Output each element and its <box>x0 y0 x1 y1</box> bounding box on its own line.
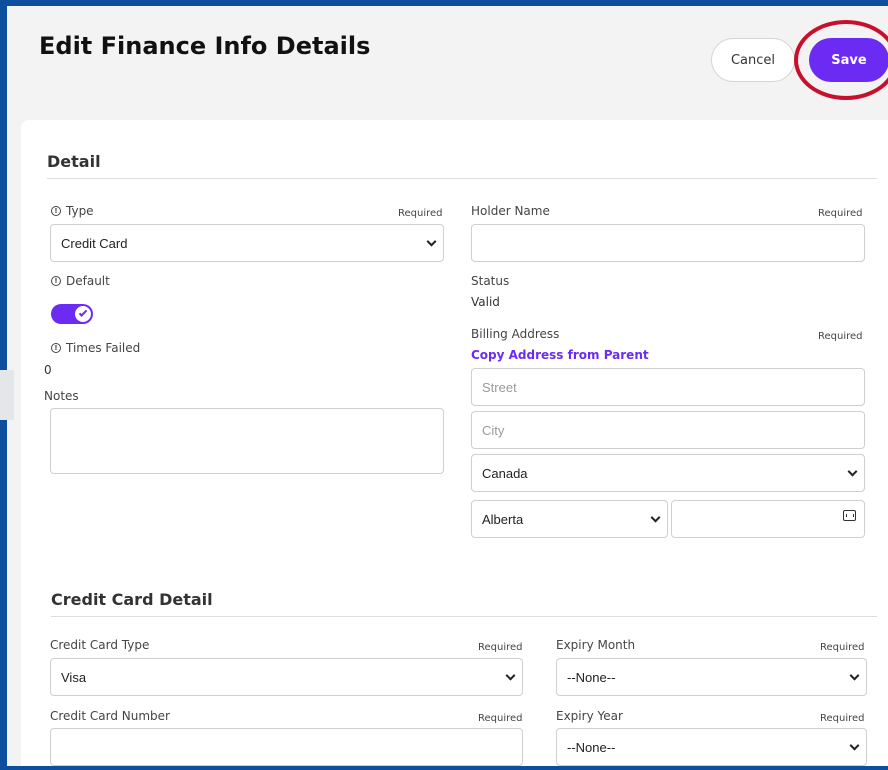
status-label: Status <box>471 274 510 288</box>
times-failed-label-text: Times Failed <box>66 341 141 355</box>
card-number-label: Credit Card Number <box>50 709 170 723</box>
check-icon <box>78 308 88 317</box>
chevron-down-icon <box>849 740 860 751</box>
expiry-year-select-value: --None-- <box>567 739 616 755</box>
expiry-month-required: Required <box>820 642 865 653</box>
expiry-month-label: Expiry Month <box>556 638 636 652</box>
form-card: Detail ! Type Required Credit Card ! Def… <box>21 120 888 766</box>
notes-label: Notes <box>44 389 79 403</box>
type-select[interactable]: Credit Card <box>50 224 444 262</box>
country-select-value: Canada <box>482 465 528 481</box>
window-frame-bottom <box>0 766 888 770</box>
type-label-text: Type <box>66 204 94 218</box>
card-number-required: Required <box>478 713 523 724</box>
holder-name-label: Holder Name <box>471 204 550 218</box>
city-input[interactable]: City <box>471 411 865 449</box>
page-title: Edit Finance Info Details <box>39 32 371 60</box>
copy-address-link[interactable]: Copy Address from Parent <box>471 348 649 362</box>
street-input[interactable]: Street <box>471 368 865 406</box>
notes-textarea[interactable] <box>50 408 444 474</box>
card-type-required: Required <box>478 642 523 653</box>
province-select[interactable]: Alberta <box>471 500 668 538</box>
province-select-value: Alberta <box>482 511 524 527</box>
chevron-down-icon <box>426 236 437 247</box>
chevron-down-icon <box>849 670 860 681</box>
billing-address-label: Billing Address <box>471 327 560 341</box>
default-toggle[interactable] <box>51 304 93 324</box>
info-icon[interactable]: ! <box>51 343 61 353</box>
status-value: Valid <box>471 295 500 309</box>
credit-card-section-title: Credit Card Detail <box>51 590 213 609</box>
chevron-down-icon <box>650 512 661 523</box>
expiry-month-select[interactable]: --None-- <box>556 658 867 696</box>
background-page-edge <box>0 370 14 420</box>
card-type-select-value: Visa <box>61 669 87 685</box>
type-required: Required <box>398 208 443 219</box>
save-button[interactable]: Save <box>809 38 888 82</box>
expiry-year-select[interactable]: --None-- <box>556 728 867 766</box>
detail-section-title: Detail <box>47 152 101 171</box>
keyboard-icon <box>843 510 856 521</box>
holder-name-required: Required <box>818 208 863 219</box>
default-label-text: Default <box>66 274 110 288</box>
toggle-knob <box>75 306 91 322</box>
type-label: ! Type <box>51 204 94 218</box>
postal-code-input[interactable] <box>671 500 865 538</box>
section-divider <box>51 616 877 617</box>
section-divider <box>47 178 877 179</box>
times-failed-value: 0 <box>44 363 52 377</box>
chevron-down-icon <box>847 466 858 477</box>
info-icon[interactable]: ! <box>51 276 61 286</box>
card-number-input[interactable] <box>50 728 523 766</box>
country-select[interactable]: Canada <box>471 454 865 492</box>
chevron-down-icon <box>505 670 516 681</box>
cancel-button[interactable]: Cancel <box>711 38 795 82</box>
expiry-month-select-value: --None-- <box>567 669 616 685</box>
billing-address-required: Required <box>818 331 863 342</box>
times-failed-label: ! Times Failed <box>51 341 140 355</box>
info-icon[interactable]: ! <box>51 206 61 216</box>
expiry-year-label: Expiry Year <box>556 709 623 723</box>
card-type-select[interactable]: Visa <box>50 658 523 696</box>
holder-name-input[interactable] <box>471 224 865 262</box>
card-type-label: Credit Card Type <box>50 638 150 652</box>
type-select-value: Credit Card <box>61 235 128 251</box>
expiry-year-required: Required <box>820 713 865 724</box>
default-label: ! Default <box>51 274 110 288</box>
edit-finance-modal: Edit Finance Info Details Cancel Save De… <box>7 6 888 766</box>
